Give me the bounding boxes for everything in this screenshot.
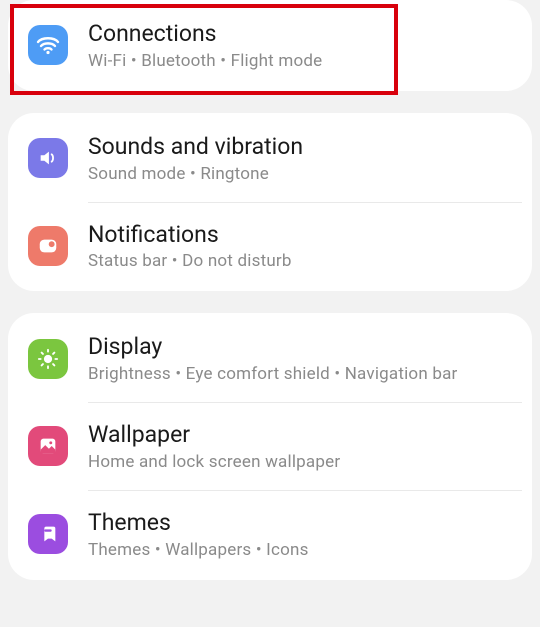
item-subtitle: Sound mode • Ringtone [88,164,512,184]
settings-item-themes[interactable]: Themes Themes • Wallpapers • Icons [8,491,532,578]
wallpaper-icon [28,426,68,466]
settings-item-notifications[interactable]: Notifications Status bar • Do not distur… [8,203,532,290]
item-subtitle: Brightness • Eye comfort shield • Naviga… [88,364,512,384]
settings-item-connections[interactable]: Connections Wi-Fi • Bluetooth • Flight m… [8,2,532,89]
speaker-icon [28,138,68,178]
item-text: Display Brightness • Eye comfort shield … [88,333,512,384]
item-text: Connections Wi-Fi • Bluetooth • Flight m… [88,20,512,71]
item-text: Notifications Status bar • Do not distur… [88,221,512,272]
themes-icon [28,514,68,554]
settings-item-wallpaper[interactable]: Wallpaper Home and lock screen wallpaper [8,403,532,490]
item-title: Connections [88,20,512,49]
item-subtitle: Home and lock screen wallpaper [88,452,512,472]
item-text: Wallpaper Home and lock screen wallpaper [88,421,512,472]
item-text: Themes Themes • Wallpapers • Icons [88,509,512,560]
item-title: Display [88,333,512,362]
item-title: Wallpaper [88,421,512,450]
settings-group-2: Sounds and vibration Sound mode • Ringto… [8,113,532,292]
settings-item-sounds[interactable]: Sounds and vibration Sound mode • Ringto… [8,115,532,202]
item-title: Themes [88,509,512,538]
settings-group-3: Display Brightness • Eye comfort shield … [8,313,532,579]
settings-group-1: Connections Wi-Fi • Bluetooth • Flight m… [8,0,532,91]
item-subtitle: Wi-Fi • Bluetooth • Flight mode [88,51,512,71]
item-subtitle: Themes • Wallpapers • Icons [88,540,512,560]
item-title: Sounds and vibration [88,133,512,162]
brightness-icon [28,339,68,379]
item-title: Notifications [88,221,512,250]
settings-item-display[interactable]: Display Brightness • Eye comfort shield … [8,315,532,402]
item-subtitle: Status bar • Do not disturb [88,251,512,271]
item-text: Sounds and vibration Sound mode • Ringto… [88,133,512,184]
notification-icon [28,226,68,266]
wifi-icon [28,25,68,65]
